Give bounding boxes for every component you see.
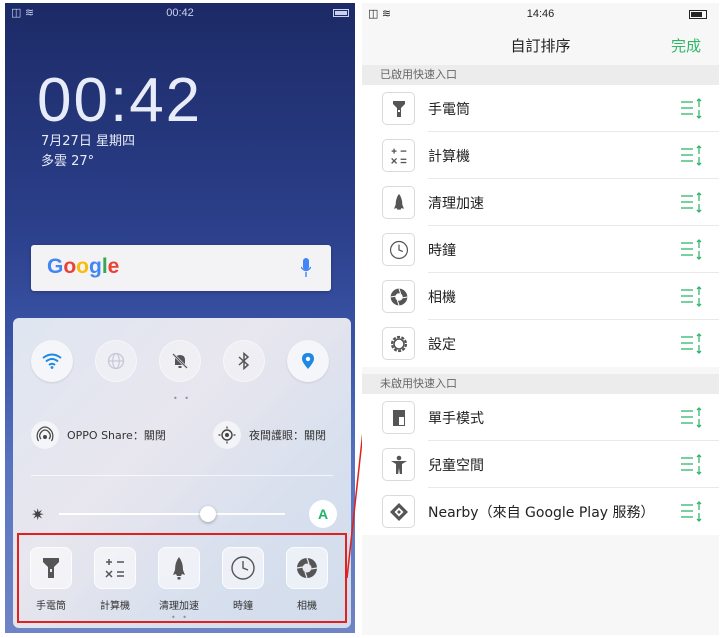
sort-settings-phone: ◫ ≋ 14:46 自訂排序 完成 已啟用快速入口 手電筒 計算機 清理加速 時… [362,3,719,635]
bluetooth-toggle[interactable] [223,340,265,382]
google-search-bar[interactable]: Google [31,245,331,291]
drag-handle-icon[interactable] [679,238,703,262]
brightness-control: ✷ A [31,500,337,530]
status-time: 00:42 [166,7,194,19]
oppo-share-label: OPPO Share：關閉 [67,429,166,442]
enabled-section-header: 已啟用快速入口 [362,65,719,85]
auto-brightness-button[interactable]: A [309,500,337,528]
lock-clock: 00:42 [37,66,203,135]
list-item-one-hand[interactable]: 單手模式 [362,394,719,441]
list-item-nearby[interactable]: Nearby（來自 Google Play 服務） [362,488,719,535]
drag-handle-icon[interactable] [679,332,703,356]
list-item-label: 時鐘 [428,243,456,259]
brightness-knob[interactable] [200,506,217,522]
oppo-share-button[interactable]: OPPO Share：關閉 [31,421,166,449]
list-item-kids-space[interactable]: 兒童空間 [362,441,719,488]
done-button[interactable]: 完成 [671,35,701,56]
list-item-label: 單手模式 [428,411,484,427]
one-hand-icon [382,401,415,434]
night-mode-label: 夜間護眼：關閉 [249,429,326,442]
share-row: OPPO Share：關閉 夜間護眼：關閉 [31,421,341,451]
globe-icon [107,352,125,370]
list-item-flashlight[interactable]: 手電筒 [362,85,719,132]
wifi-icon [42,353,62,369]
battery-icon [333,9,349,17]
mic-icon[interactable] [301,258,311,278]
toggle-page-indicator: • • [173,394,191,403]
status-bar: ◫ ≋ 00:42 [5,3,355,23]
drag-handle-icon[interactable] [679,144,703,168]
child-icon [382,448,415,481]
rocket-icon [382,186,415,219]
page-title: 自訂排序 [510,37,571,55]
battery-icon [689,10,707,19]
drag-handle-icon[interactable] [679,191,703,215]
page-header: 自訂排序 完成 [362,25,719,65]
status-time: 14:46 [526,8,555,20]
list-item-label: 清理加速 [428,196,484,212]
clock-icon [382,233,415,266]
calculator-icon [382,139,415,172]
panel-divider [31,475,333,476]
list-item-label: 計算機 [428,149,470,165]
google-logo: Google [47,255,120,278]
list-item-label: 手電筒 [428,102,470,118]
list-item-clock[interactable]: 時鐘 [362,226,719,273]
oppo-share-icon [31,421,59,449]
location-icon [302,353,314,369]
night-mode-button[interactable]: 夜間護眼：關閉 [213,421,326,449]
brightness-slider[interactable] [59,513,285,515]
disabled-section-header: 未啟用快速入口 [362,374,719,394]
drag-handle-icon[interactable] [679,500,703,524]
flashlight-icon [382,92,415,125]
toggle-row [31,340,335,384]
network-toggle[interactable] [95,340,137,382]
drag-handle-icon[interactable] [679,285,703,309]
list-item-label: Nearby（來自 Google Play 服務） [428,505,655,521]
status-bar: ◫ ≋ 14:46 [362,3,719,25]
list-item-camera[interactable]: 相機 [362,273,719,320]
list-item-settings[interactable]: 設定 [362,320,719,367]
drag-handle-icon[interactable] [679,97,703,121]
mute-toggle[interactable] [159,340,201,382]
lock-weather: 多雲 27° [41,154,95,169]
drag-handle-icon[interactable] [679,406,703,430]
nearby-icon [382,495,415,528]
list-item-calculator[interactable]: 計算機 [362,132,719,179]
brightness-fill [59,513,209,515]
list-item-label: 設定 [428,337,456,353]
bluetooth-icon [238,352,250,370]
brightness-sun-icon: ✷ [31,505,45,524]
mute-bell-icon [172,353,188,369]
drag-handle-icon[interactable] [679,453,703,477]
gear-icon [382,327,415,360]
list-item-label: 相機 [428,290,456,306]
wifi-toggle[interactable] [31,340,73,382]
list-item-label: 兒童空間 [428,458,484,474]
eye-icon [213,421,241,449]
list-item-cleaner[interactable]: 清理加速 [362,179,719,226]
lock-date: 7月27日 星期四 [41,134,135,149]
camera-icon [382,280,415,313]
highlight-box [17,533,347,623]
screenshot-root: ◫ ≋ 00:42 00:42 7月27日 星期四 多雲 27° Google [0,0,721,638]
location-toggle[interactable] [287,340,329,382]
